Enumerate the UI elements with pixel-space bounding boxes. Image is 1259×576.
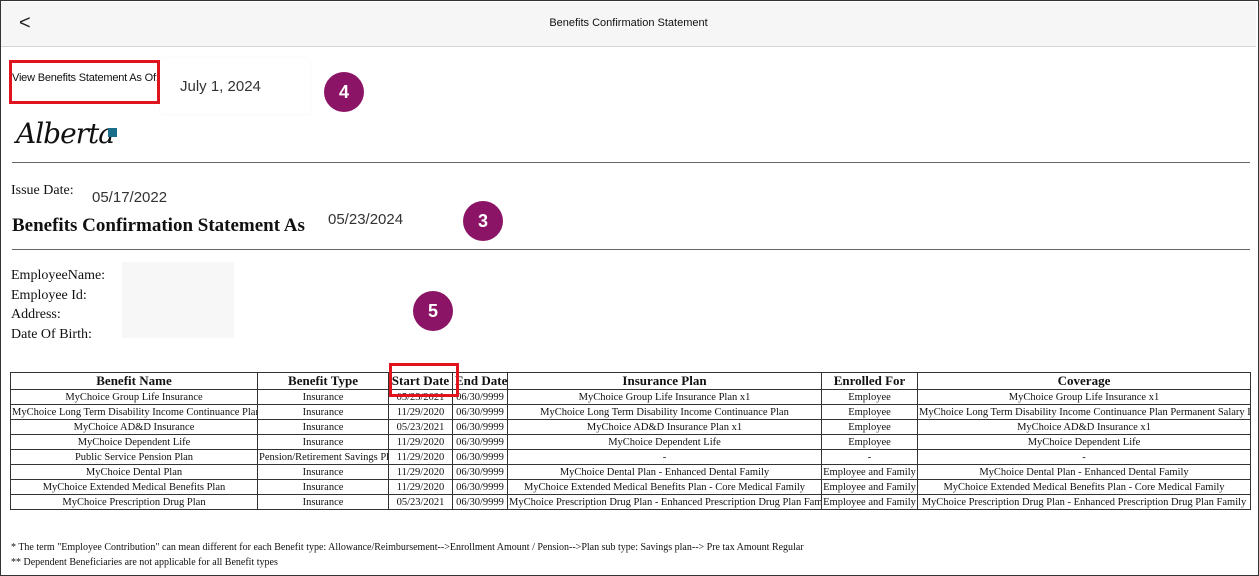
table-cell: MyChoice Extended Medical Benefits Plan … — [917, 479, 1251, 495]
table-cell: Employee and Family — [821, 479, 918, 495]
table-cell: MyChoice Prescription Drug Plan — [10, 494, 258, 510]
issue-date-field: 05/17/2022 — [74, 170, 206, 206]
column-header: Benefit Name — [10, 372, 258, 390]
table-cell: Insurance — [257, 479, 389, 495]
table-cell: MyChoice AD&D Insurance x1 — [917, 419, 1251, 435]
table-cell: MyChoice Extended Medical Benefits Plan — [10, 479, 258, 495]
table-cell: 11/29/2020 — [388, 434, 453, 450]
table-cell: MyChoice Long Term Disability Income Con… — [10, 404, 258, 420]
redacted-employee-details — [122, 262, 234, 338]
table-cell: MyChoice Long Term Disability Income Con… — [507, 404, 822, 420]
table-cell: 06/30/9999 — [452, 389, 508, 405]
table-row: MyChoice AD&D Insurance Insurance 05/23/20… — [10, 419, 1251, 435]
step-marker-4: 4 — [324, 72, 364, 112]
issue-date-value: 05/17/2022 — [92, 189, 168, 206]
table-cell: MyChoice Group Life Insurance — [10, 389, 258, 405]
statement-date-field: 05/23/2024 — [310, 189, 430, 241]
top-bar: < Benefits Confirmation Statement — [1, 2, 1256, 47]
table-cell: - — [917, 449, 1251, 465]
table-cell: MyChoice Dependent Life — [10, 434, 258, 450]
table-cell: Insurance — [257, 389, 389, 405]
footnote: ** Dependent Beneficiaries are not appli… — [11, 557, 278, 568]
page-title: Benefits Confirmation Statement — [549, 17, 708, 29]
highlight-box-as-of — [9, 60, 160, 104]
table-row: MyChoice Group Life Insurance Insurance 05… — [10, 389, 1251, 405]
divider — [12, 162, 1250, 163]
table-row: MyChoice Prescription Drug Plan Insurance… — [10, 494, 1251, 510]
table-cell: Employee — [821, 434, 918, 450]
table-cell: MyChoice Dental Plan — [10, 464, 258, 480]
employee-name-label: EmployeeName: — [11, 268, 106, 283]
table-cell: Employee — [821, 419, 918, 435]
table-cell: 11/29/2020 — [388, 404, 453, 420]
step-marker-3: 3 — [463, 201, 503, 241]
table-cell: Pension/Retirement Savings Plan — [257, 449, 389, 465]
table-cell: 06/30/9999 — [452, 479, 508, 495]
table-cell: - — [821, 449, 918, 465]
table-cell: Employee — [821, 404, 918, 420]
highlight-box-start-date — [389, 363, 459, 397]
table-cell: Insurance — [257, 434, 389, 450]
table-cell: MyChoice Dependent Life — [507, 434, 822, 450]
table-cell: MyChoice Long Term Disability Income Con… — [917, 404, 1251, 420]
table-cell: Employee — [821, 389, 918, 405]
benefits-table: Benefit Name Benefit Type Start Date End… — [10, 372, 1251, 510]
address-label: Address: — [11, 307, 61, 322]
statement-heading: Benefits Confirmation Statement As of — [12, 215, 326, 236]
statement-date-value: 05/23/2024 — [328, 211, 404, 228]
table-cell: Insurance — [257, 494, 389, 510]
table-cell: Employee and Family — [821, 464, 918, 480]
dob-label: Date Of Birth: — [11, 326, 92, 342]
table-cell: 11/29/2020 — [388, 464, 453, 480]
table-header-row: Benefit Name Benefit Type Start Date End… — [10, 372, 1251, 390]
table-cell: MyChoice Prescription Drug Plan - Enhanc… — [917, 494, 1251, 510]
table-cell: MyChoice Prescription Drug Plan - Enhanc… — [507, 494, 822, 510]
column-header: End Date — [452, 372, 508, 390]
table-row: Public Service Pension Plan Pension/Retir… — [10, 449, 1251, 465]
footnote: * The term "Employee Contribution" can m… — [11, 542, 804, 553]
table-cell: MyChoice AD&D Insurance — [10, 419, 258, 435]
table-cell: 06/30/9999 — [452, 404, 508, 420]
step-marker-5: 5 — [413, 291, 453, 331]
table-cell: 06/30/9999 — [452, 434, 508, 450]
table-cell: Public Service Pension Plan — [10, 449, 258, 465]
table-cell: 05/23/2021 — [388, 419, 453, 435]
table-cell: 11/29/2020 — [388, 449, 453, 465]
table-cell: MyChoice AD&D Insurance Plan x1 — [507, 419, 822, 435]
statement-as-of-select[interactable]: July 1, 2024 — [160, 58, 310, 114]
column-header: Enrolled For — [821, 372, 918, 390]
table-cell: 11/29/2020 — [388, 479, 453, 495]
logo-square-icon — [108, 128, 117, 137]
table-cell: MyChoice Dental Plan - Enhanced Dental F… — [917, 464, 1251, 480]
table-cell: 06/30/9999 — [452, 449, 508, 465]
table-cell: MyChoice Group Life Insurance Plan x1 — [507, 389, 822, 405]
table-cell: - — [507, 449, 822, 465]
column-header: Coverage — [917, 372, 1251, 390]
table-cell: MyChoice Dependent Life — [917, 434, 1251, 450]
footnotes: * The term "Employee Contribution" can m… — [11, 540, 804, 570]
column-header: Benefit Type — [257, 372, 389, 390]
table-cell: Insurance — [257, 404, 389, 420]
table-cell: MyChoice Dental Plan - Enhanced Dental F… — [507, 464, 822, 480]
table-row: MyChoice Dental Plan Insurance 11/29/2020 0… — [10, 464, 1251, 480]
table-cell: MyChoice Group Life Insurance x1 — [917, 389, 1251, 405]
table-cell: 05/23/2021 — [388, 494, 453, 510]
divider — [12, 249, 1250, 250]
table-cell: 06/30/9999 — [452, 494, 508, 510]
table-cell: Employee and Family — [821, 494, 918, 510]
table-cell: Insurance — [257, 419, 389, 435]
table-row: MyChoice Dependent Life Insurance 11/29/20… — [10, 434, 1251, 450]
table-row: MyChoice Long Term Disability Income Con… — [10, 404, 1251, 420]
employee-id-label: Employee Id: — [11, 287, 87, 303]
table-cell: 06/30/9999 — [452, 464, 508, 480]
table-row: MyChoice Extended Medical Benefits Plan I… — [10, 479, 1251, 495]
statement-as-of-value: July 1, 2024 — [180, 78, 261, 95]
table-cell: 06/30/9999 — [452, 419, 508, 435]
alberta-logo: Alberta — [16, 117, 115, 150]
column-header: Insurance Plan — [507, 372, 822, 390]
issue-date-label: Issue Date: — [11, 183, 74, 198]
table-cell: Insurance — [257, 464, 389, 480]
employee-info: EmployeeName: Employee Id: Address: Date… — [11, 266, 105, 344]
table-cell: MyChoice Extended Medical Benefits Plan … — [507, 479, 822, 495]
